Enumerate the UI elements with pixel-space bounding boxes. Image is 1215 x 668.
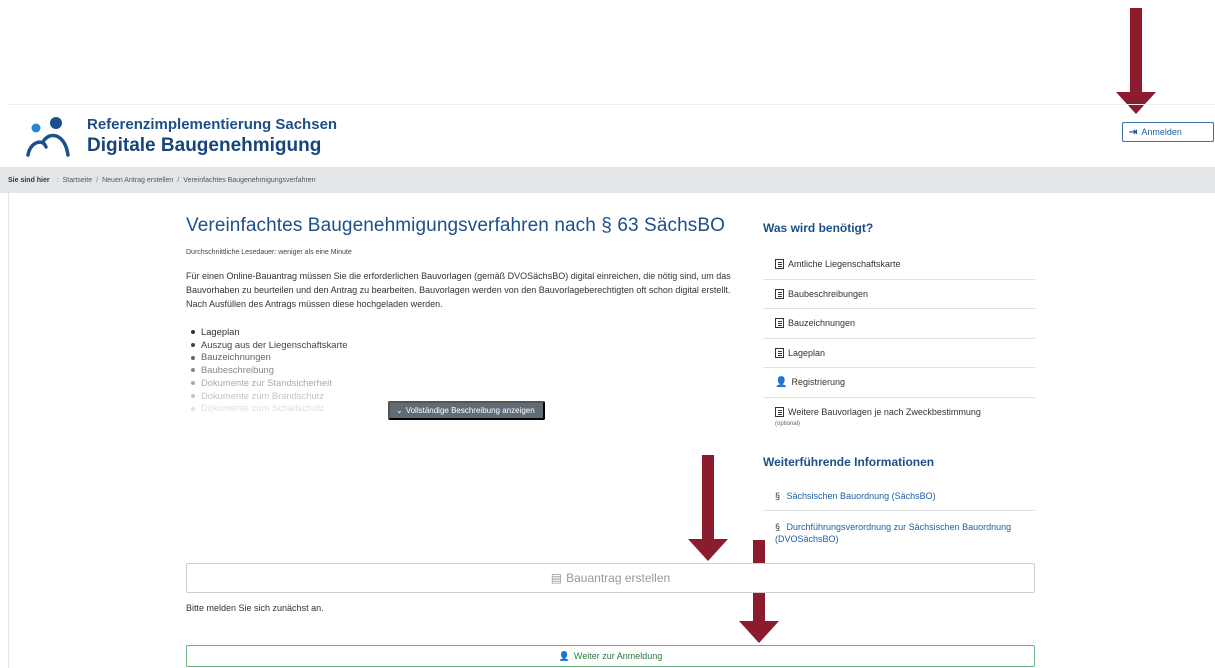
continue-to-login-button[interactable]: 👤 Weiter zur Anmeldung xyxy=(186,645,1035,667)
list-item: Auszug aus der Liegenschaftskarte xyxy=(191,339,746,352)
breadcrumb-item-startseite[interactable]: Startseite xyxy=(63,177,93,184)
site-header: Referenzimplementierung Sachsen Digitale… xyxy=(8,104,1215,167)
requirement-item-baubeschreibungen: Baubeschreibungen xyxy=(763,280,1035,309)
annotation-arrow-login xyxy=(1116,8,1156,114)
list-item: Baubeschreibung xyxy=(191,364,746,377)
breadcrumb-prefix: Sie sind hier xyxy=(8,176,50,184)
login-button[interactable]: ⇥ Anmelden xyxy=(1122,122,1214,142)
org-name: Referenzimplementierung Sachsen xyxy=(87,116,338,133)
optional-note: (optional) xyxy=(775,421,801,427)
sign-in-icon: ⇥ xyxy=(1129,126,1138,138)
continue-to-login-label: Weiter zur Anmeldung xyxy=(573,651,663,661)
further-info-list: § Sächsischen Bauordnung (SächsBO) § Dur… xyxy=(763,480,1035,553)
user-icon: 👤 xyxy=(775,376,788,388)
requirements-list: Amtliche Liegenschaftskarte Baubeschreib… xyxy=(763,250,1035,437)
requirement-item-lageplan: Lageplan xyxy=(763,339,1035,368)
requirement-item-bauzeichnungen: Bauzeichnungen xyxy=(763,309,1035,339)
show-full-description-label: Vollständige Beschreibung anzeigen xyxy=(405,406,535,415)
paragraph-icon: § xyxy=(775,490,781,501)
divider xyxy=(8,193,9,668)
login-button-label: Anmelden xyxy=(1141,127,1182,137)
list-item: Lageplan xyxy=(191,326,746,339)
reading-time: Durchschnittliche Lesedauer: weniger als… xyxy=(186,249,352,256)
document-icon xyxy=(775,407,784,417)
list-item: Dokumente zur Standsicherheit xyxy=(191,377,746,390)
intro-text: Für einen Online-Bauantrag müssen Sie di… xyxy=(186,271,731,309)
show-full-description-button[interactable]: ⌄ Vollständige Beschreibung anzeigen xyxy=(388,401,545,420)
document-icon xyxy=(775,318,784,329)
list-item: Bauzeichnungen xyxy=(191,351,746,364)
create-application-label: Bauantrag erstellen xyxy=(566,571,671,585)
breadcrumb-item-current: Vereinfachtes Baugenehmigungsverfahren xyxy=(183,176,316,184)
create-application-button[interactable]: ▤ Bauantrag erstellen xyxy=(186,563,1035,593)
main-content: Vereinfachtes Baugenehmigungsverfahren n… xyxy=(186,215,746,415)
document-icon xyxy=(775,259,784,270)
breadcrumb-item-new-application[interactable]: Neuen Antrag erstellen xyxy=(102,177,173,184)
breadcrumb: Sie sind hier : Startseite / Neuen Antra… xyxy=(0,167,1215,193)
chevron-down-icon: ⌄ xyxy=(396,406,403,415)
document-icon xyxy=(775,288,784,299)
paragraph-icon: § xyxy=(775,521,781,532)
link-dvosaechsbo[interactable]: § Durchführungsverordnung zur Sächsische… xyxy=(763,511,1035,553)
logo-icon[interactable] xyxy=(25,117,71,157)
login-hint: Bitte melden Sie sich zunächst an. xyxy=(186,603,324,613)
user-icon: 👤 xyxy=(558,650,570,661)
requirements-heading: Was wird benötigt? xyxy=(763,221,874,235)
requirement-item-registrierung: 👤 Registrierung xyxy=(763,368,1035,398)
document-icon xyxy=(775,347,784,358)
link-saechsbo[interactable]: § Sächsischen Bauordnung (SächsBO) xyxy=(763,480,1035,511)
requirement-item-weitere-bauvorlagen: Weitere Bauvorlagen je nach Zweckbestimm… xyxy=(775,407,981,427)
further-info-heading: Weiterführende Informationen xyxy=(763,454,935,469)
requirement-item-liegenschaftskarte: Amtliche Liegenschaftskarte xyxy=(763,250,1035,280)
annotation-arrow-create xyxy=(688,455,728,561)
sidebar: Was wird benötigt? Amtliche Liegenschaft… xyxy=(763,221,1035,553)
form-icon: ▤ xyxy=(550,571,563,585)
page-title: Vereinfachtes Baugenehmigungsverfahren n… xyxy=(186,215,726,236)
app-name: Digitale Baugenehmigung xyxy=(87,135,322,156)
